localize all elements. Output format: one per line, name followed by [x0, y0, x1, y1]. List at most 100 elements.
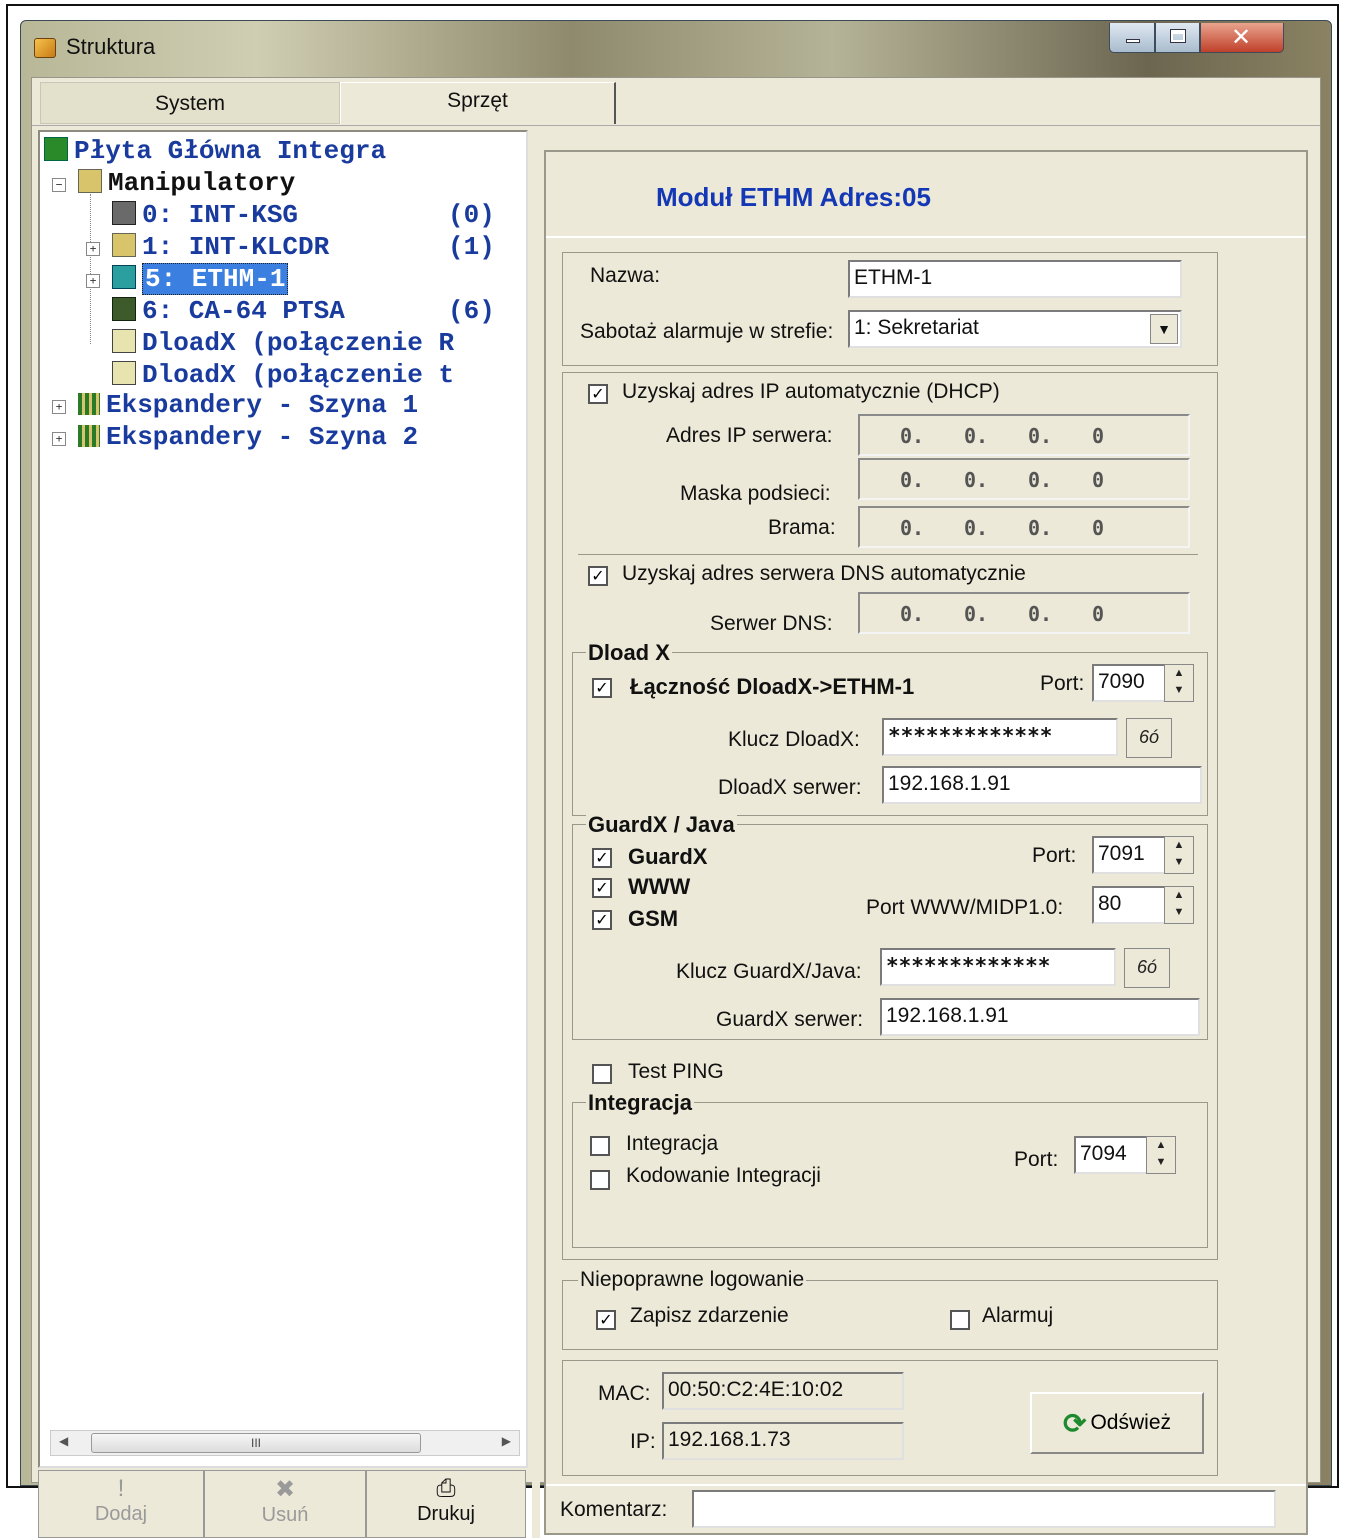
dloadx-port-spinner[interactable]: ▲ ▼ — [1164, 664, 1194, 702]
keypad-icon — [112, 201, 136, 225]
integration-group-title: Integracja — [586, 1090, 694, 1116]
dhcp-checkbox[interactable]: ✓ — [588, 384, 608, 404]
dloadx-server-label: DloadX serwer: — [718, 776, 862, 799]
tamper-zone-value: 1: Sekretariat — [854, 316, 979, 339]
comment-field[interactable] — [692, 1490, 1276, 1528]
horizontal-scrollbar[interactable]: ◀ III ▶ — [50, 1430, 520, 1456]
close-button[interactable]: ✕ — [1200, 23, 1284, 53]
integration-checkbox[interactable] — [590, 1136, 610, 1156]
panel-splitter[interactable] — [532, 130, 540, 1538]
dns-auto-label: Uzyskaj adres serwera DNS automatycznie — [622, 562, 1026, 585]
add-icon: ! — [117, 1475, 125, 1502]
tree-node-ca64-ptsa[interactable]: 6: CA-64 PTSA — [112, 296, 345, 326]
save-event-checkbox[interactable]: ✓ — [596, 1310, 616, 1330]
dloadx-server-field[interactable]: 192.168.1.91 — [882, 766, 1202, 804]
add-button[interactable]: ! Dodaj — [38, 1470, 204, 1538]
integration-encoding-label: Kodowanie Integracji — [626, 1164, 821, 1187]
ip-field: 192.168.1.73 — [662, 1422, 904, 1460]
gsm-checkbox[interactable]: ✓ — [592, 910, 612, 930]
tree-item-label: DloadX (połączenie t — [142, 360, 455, 390]
ping-label: Test PING — [628, 1060, 724, 1083]
maximize-button[interactable] — [1155, 23, 1200, 53]
tree-node-manipulatory[interactable]: Manipulatory — [78, 168, 295, 198]
expand-ekspandery-2[interactable]: + — [52, 432, 66, 446]
scroll-left-icon[interactable]: ◀ — [59, 1434, 68, 1448]
tamper-zone-select[interactable]: 1: Sekretariat ▼ — [848, 310, 1182, 348]
minimize-button[interactable] — [1109, 23, 1155, 53]
scrollbar-thumb[interactable]: III — [91, 1433, 421, 1453]
structure-tree[interactable]: Płyta Główna Integra − Manipulatory 0: I… — [38, 130, 528, 1468]
name-field[interactable]: ETHM-1 — [848, 260, 1182, 298]
guardx-group-title: GuardX / Java — [586, 812, 737, 838]
show-password-icon[interactable]: 6ó — [1124, 948, 1170, 988]
dloadx-conn-checkbox[interactable]: ✓ — [592, 678, 612, 698]
name-label: Nazwa: — [590, 264, 661, 287]
tab-system[interactable]: System — [40, 82, 340, 124]
expand-int-klcdr[interactable]: + — [86, 242, 100, 256]
title-bar[interactable]: Struktura ✕ — [21, 21, 1331, 73]
subnet-mask-field[interactable]: 0. 0. 0. 0 — [858, 458, 1190, 500]
guardx-checkbox[interactable]: ✓ — [592, 848, 612, 868]
tree-node-int-ksg[interactable]: 0: INT-KSG — [112, 200, 298, 230]
collapse-manipulatory[interactable]: − — [52, 178, 66, 192]
gateway-field[interactable]: 0. 0. 0. 0 — [858, 506, 1190, 548]
tree-item-label: 6: CA-64 PTSA — [142, 296, 345, 326]
chevron-down-icon[interactable]: ▼ — [1150, 314, 1178, 344]
ip-octet: 0 — [1092, 468, 1105, 492]
tree-line — [90, 194, 91, 344]
tree-item-label: 1: INT-KLCDR — [142, 232, 330, 262]
guardx-server-field[interactable]: 192.168.1.91 — [880, 998, 1200, 1036]
tree-item-label: Ekspandery - Szyna 1 — [106, 390, 419, 420]
tree-node-ekspandery-1[interactable]: Ekspandery - Szyna 1 — [78, 390, 418, 420]
network-module-icon — [112, 265, 136, 289]
expand-ekspandery-1[interactable]: + — [52, 400, 66, 414]
tree-node-int-klcdr[interactable]: 1: INT-KLCDR — [112, 232, 329, 262]
alarm-checkbox[interactable] — [950, 1310, 970, 1330]
integration-encoding-checkbox[interactable] — [590, 1170, 610, 1190]
remove-button[interactable]: ✖ Usuń — [204, 1470, 366, 1538]
tree-item-count: (1) — [448, 232, 495, 262]
ip-octet: 0. — [900, 516, 925, 540]
tree-item-count: (0) — [448, 200, 495, 230]
scroll-right-icon[interactable]: ▶ — [502, 1434, 511, 1448]
tree-node-ekspandery-2[interactable]: Ekspandery - Szyna 2 — [78, 422, 418, 452]
keypad-icon — [78, 169, 102, 193]
ip-octet: 0. — [1028, 516, 1053, 540]
tab-sprzet[interactable]: Sprzęt — [340, 82, 616, 124]
subnet-mask-label: Maska podsieci: — [680, 482, 831, 505]
tree-node-dloadx-t[interactable]: DloadX (połączenie t — [112, 360, 454, 390]
tab-strip: System Sprzęt — [32, 78, 1320, 126]
server-ip-field[interactable]: 0. 0. 0. 0 — [858, 414, 1190, 456]
tree-root-label: Płyta Główna Integra — [74, 136, 387, 166]
refresh-button[interactable]: ⟳ Odśwież — [1030, 1392, 1204, 1454]
module-settings-panel: Moduł ETHM Adres:05 Nazwa: ETHM-1 Sabota… — [544, 150, 1308, 1535]
divider — [578, 554, 1198, 555]
ip-octet: 0 — [1092, 602, 1105, 626]
guardx-key-field[interactable]: ************* — [880, 948, 1116, 986]
remove-button-label: Usuń — [261, 1504, 309, 1526]
www-port-spinner[interactable]: ▲ ▼ — [1164, 886, 1194, 924]
integration-port-spinner[interactable]: ▲ ▼ — [1146, 1136, 1176, 1174]
tree-item-label: Ekspandery - Szyna 2 — [106, 422, 419, 452]
expand-ethm[interactable]: + — [86, 274, 100, 288]
mac-label: MAC: — [598, 1382, 651, 1405]
show-password-icon[interactable]: 6ó — [1126, 718, 1172, 758]
dloadx-key-field[interactable]: ************* — [882, 718, 1118, 756]
gsm-label: GSM — [628, 906, 679, 931]
tree-node-dloadx-r[interactable]: DloadX (połączenie R — [112, 328, 454, 358]
tree-node-ethm[interactable]: 5: ETHM-1 — [112, 263, 289, 295]
dns-server-field[interactable]: 0. 0. 0. 0 — [858, 592, 1190, 634]
tree-node-root[interactable]: Płyta Główna Integra — [44, 136, 386, 166]
ip-octet: 0 — [1092, 424, 1105, 448]
ping-checkbox[interactable] — [592, 1064, 612, 1084]
dns-auto-checkbox[interactable]: ✓ — [588, 566, 608, 586]
module-title: Moduł ETHM Adres:05 — [656, 182, 931, 212]
refresh-icon: ⟳ — [1063, 1408, 1087, 1439]
ip-octet: 0. — [1028, 602, 1053, 626]
ip-octet: 0. — [900, 424, 925, 448]
ip-octet: 0. — [1028, 468, 1053, 492]
print-button[interactable]: ⎙ Drukuj — [366, 1470, 526, 1538]
www-checkbox[interactable]: ✓ — [592, 878, 612, 898]
dloadx-icon — [112, 361, 136, 385]
guardx-port-spinner[interactable]: ▲ ▼ — [1164, 836, 1194, 874]
